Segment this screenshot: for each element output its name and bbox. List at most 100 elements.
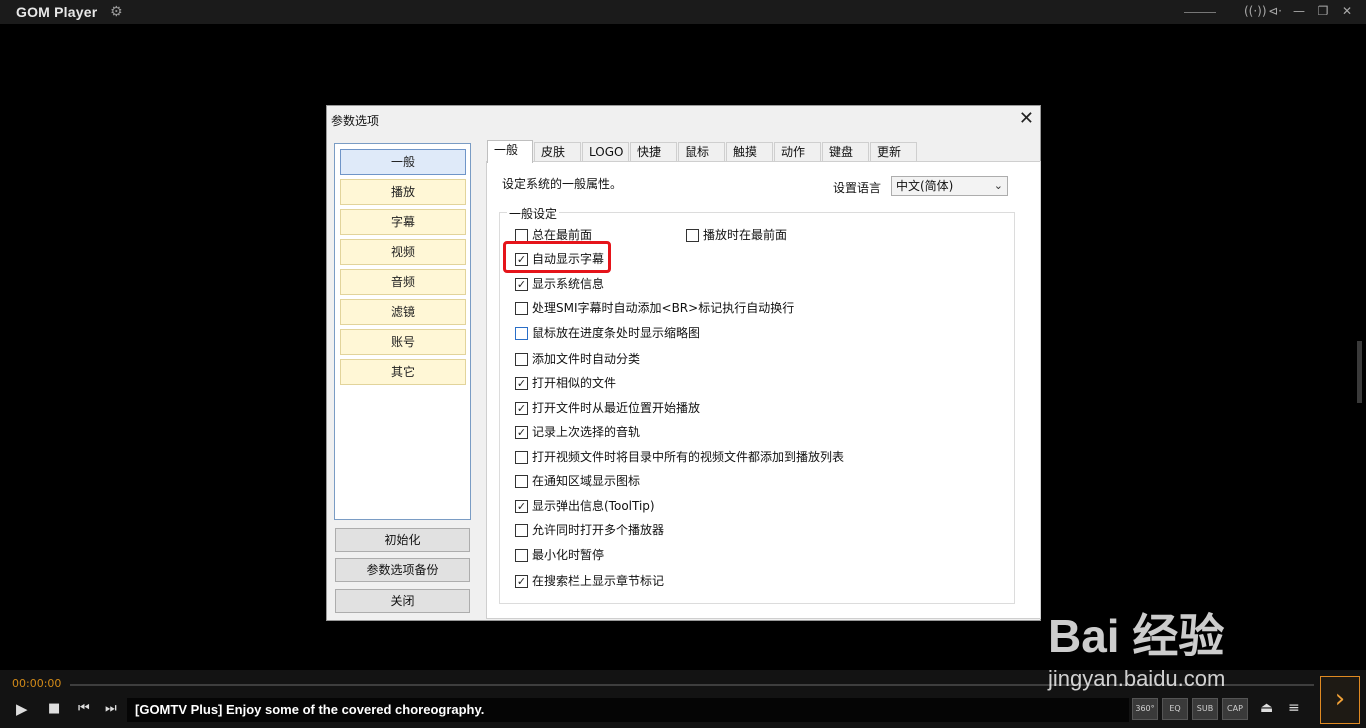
close-button[interactable]: 关闭 [335, 589, 470, 613]
news-ticker[interactable]: [GOMTV Plus] Enjoy some of the covered c… [127, 698, 1129, 722]
highlight-box [503, 241, 611, 273]
option-label: 在通知区域显示图标 [532, 474, 641, 488]
option-smi-br[interactable]: 处理SMI字幕时自动添加<BR>标记执行自动换行 [515, 300, 794, 316]
checkbox[interactable] [515, 302, 528, 315]
preferences-dialog: 参数选项 ✕ 一般 播放 字幕 视频 音频 滤镜 账号 其它 初始化 参数选项备… [326, 105, 1041, 621]
checkbox[interactable] [515, 549, 528, 562]
eject-icon[interactable]: ⏏ [1260, 700, 1273, 716]
baidu-watermark: Bai 经验 jingyan.baidu.com [1048, 580, 1288, 691]
nav-video[interactable]: 视频 [340, 239, 466, 265]
gear-icon[interactable]: ⚙ [110, 4, 123, 20]
tab-shortcut[interactable]: 快捷 [630, 142, 677, 162]
checkbox[interactable] [515, 524, 528, 537]
nav-account[interactable]: 账号 [340, 329, 466, 355]
option-remember-audio-track[interactable]: ✓ 记录上次选择的音轨 [515, 424, 640, 440]
menu-icon[interactable]: ≡ [1288, 700, 1300, 716]
restore-icon[interactable]: ❐ [1316, 4, 1330, 18]
backup-button[interactable]: 参数选项备份 [335, 558, 470, 582]
option-resume-playback[interactable]: ✓ 打开文件时从最近位置开始播放 [515, 400, 700, 416]
option-label: 总在最前面 [532, 228, 593, 242]
equalizer-button[interactable]: EQ [1162, 698, 1188, 720]
side-panel-handle[interactable] [1357, 341, 1362, 403]
checkbox[interactable] [515, 327, 528, 340]
tab-touch[interactable]: 触摸 [726, 142, 773, 162]
subtitle-button[interactable]: SUB [1192, 698, 1218, 720]
nav-filter[interactable]: 滤镜 [340, 299, 466, 325]
tab-action[interactable]: 动作 [774, 142, 821, 162]
option-label: 打开相似的文件 [532, 376, 617, 390]
panel-description: 设定系统的一般属性。 [502, 177, 623, 191]
dialog-title: 参数选项 [331, 114, 380, 128]
checkbox-checked[interactable]: ✓ [515, 377, 528, 390]
checkbox-checked[interactable]: ✓ [515, 575, 528, 588]
title-bar: GOM Player ⚙ ((·)) ⊲· — ❐ ✕ [0, 0, 1366, 24]
close-icon[interactable]: ✕ [1340, 4, 1354, 18]
option-add-folder-to-playlist[interactable]: 打开视频文件时将目录中所有的视频文件都添加到播放列表 [515, 449, 844, 465]
nav-subtitle[interactable]: 字幕 [340, 209, 466, 235]
option-label: 打开视频文件时将目录中所有的视频文件都添加到播放列表 [532, 450, 845, 464]
option-on-top-while-playing[interactable]: 播放时在最前面 [686, 227, 787, 243]
option-label: 允许同时打开多个播放器 [532, 523, 665, 537]
title-divider [1184, 12, 1216, 13]
option-chapter-marks[interactable]: ✓ 在搜索栏上显示章节标记 [515, 573, 664, 589]
checkbox-checked[interactable]: ✓ [515, 500, 528, 513]
option-label: 最小化时暂停 [532, 548, 605, 562]
reset-button[interactable]: 初始化 [335, 528, 470, 552]
option-tray-icon[interactable]: 在通知区域显示图标 [515, 473, 640, 489]
checkbox-checked[interactable]: ✓ [515, 278, 528, 291]
option-label: 显示弹出信息(ToolTip) [532, 499, 655, 513]
pin-icon[interactable]: ⊲· [1268, 4, 1282, 18]
option-label: 处理SMI字幕时自动添加<BR>标记执行自动换行 [532, 301, 795, 315]
nav-audio[interactable]: 音频 [340, 269, 466, 295]
language-select[interactable]: 中文(简体) ⌄ [891, 176, 1008, 196]
next-icon[interactable]: ⏭ [105, 701, 117, 716]
chevron-down-icon: ⌄ [993, 179, 1003, 192]
tab-logo[interactable]: LOGO [582, 142, 629, 162]
nav-playback[interactable]: 播放 [340, 179, 466, 205]
option-system-info[interactable]: ✓ 显示系统信息 [515, 276, 604, 292]
option-similar-files[interactable]: ✓ 打开相似的文件 [515, 375, 616, 391]
checkbox[interactable] [686, 229, 699, 242]
nav-general[interactable]: 一般 [340, 149, 466, 175]
language-value: 中文(简体) [896, 179, 954, 193]
option-label: 鼠标放在进度条处时显示缩略图 [532, 326, 701, 340]
previous-icon[interactable]: ⏮ [78, 701, 90, 716]
nav-other[interactable]: 其它 [340, 359, 466, 385]
option-label: 记录上次选择的音轨 [532, 425, 641, 439]
tab-skin[interactable]: 皮肤 [534, 142, 581, 162]
tab-mouse[interactable]: 鼠标 [678, 142, 725, 162]
vr-360-button[interactable]: 360° [1132, 698, 1158, 720]
option-auto-sort[interactable]: 添加文件时自动分类 [515, 351, 640, 367]
category-list: 一般 播放 字幕 视频 音频 滤镜 账号 其它 [334, 143, 471, 520]
checkbox-checked[interactable]: ✓ [515, 402, 528, 415]
general-settings-panel: 设定系统的一般属性。 设置语言 中文(简体) ⌄ 一般设定 总在最前面 播放时在… [486, 161, 1041, 619]
broadcast-icon[interactable]: ((·)) [1244, 4, 1267, 18]
time-display: 00:00:00 [12, 677, 62, 690]
group-title: 一般设定 [507, 205, 560, 222]
gom-player-window: GOM Player ⚙ ((·)) ⊲· — ❐ ✕ 参数选项 ✕ 一般 播放… [0, 0, 1366, 728]
checkbox[interactable] [515, 451, 528, 464]
dialog-close-icon[interactable]: ✕ [1019, 108, 1034, 129]
tab-keyboard[interactable]: 键盘 [822, 142, 869, 162]
checkbox-checked[interactable]: ✓ [515, 426, 528, 439]
minimize-icon[interactable]: — [1292, 4, 1306, 18]
option-pause-on-minimize[interactable]: 最小化时暂停 [515, 547, 604, 563]
play-icon[interactable]: ▶ [16, 700, 28, 718]
window-controls: ((·)) ⊲· — ❐ ✕ [1244, 4, 1354, 18]
watermark-logo: Bai 经验 [1048, 610, 1225, 662]
option-multiple-instances[interactable]: 允许同时打开多个播放器 [515, 522, 664, 538]
tab-update[interactable]: 更新 [870, 142, 917, 162]
checkbox[interactable] [515, 475, 528, 488]
option-label: 播放时在最前面 [703, 228, 788, 242]
option-seek-thumbnail[interactable]: 鼠标放在进度条处时显示缩略图 [515, 325, 700, 341]
capture-button[interactable]: CAP [1222, 698, 1248, 720]
option-tooltip[interactable]: ✓ 显示弹出信息(ToolTip) [515, 498, 655, 514]
playlist-toggle-icon[interactable]: › [1320, 676, 1360, 724]
checkbox[interactable] [515, 353, 528, 366]
option-label: 在搜索栏上显示章节标记 [532, 574, 665, 588]
option-label: 添加文件时自动分类 [532, 352, 641, 366]
app-logo: GOM Player [16, 4, 98, 20]
option-label: 打开文件时从最近位置开始播放 [532, 401, 701, 415]
tab-general[interactable]: 一般 [487, 140, 533, 163]
stop-icon[interactable]: ■ [48, 701, 60, 716]
